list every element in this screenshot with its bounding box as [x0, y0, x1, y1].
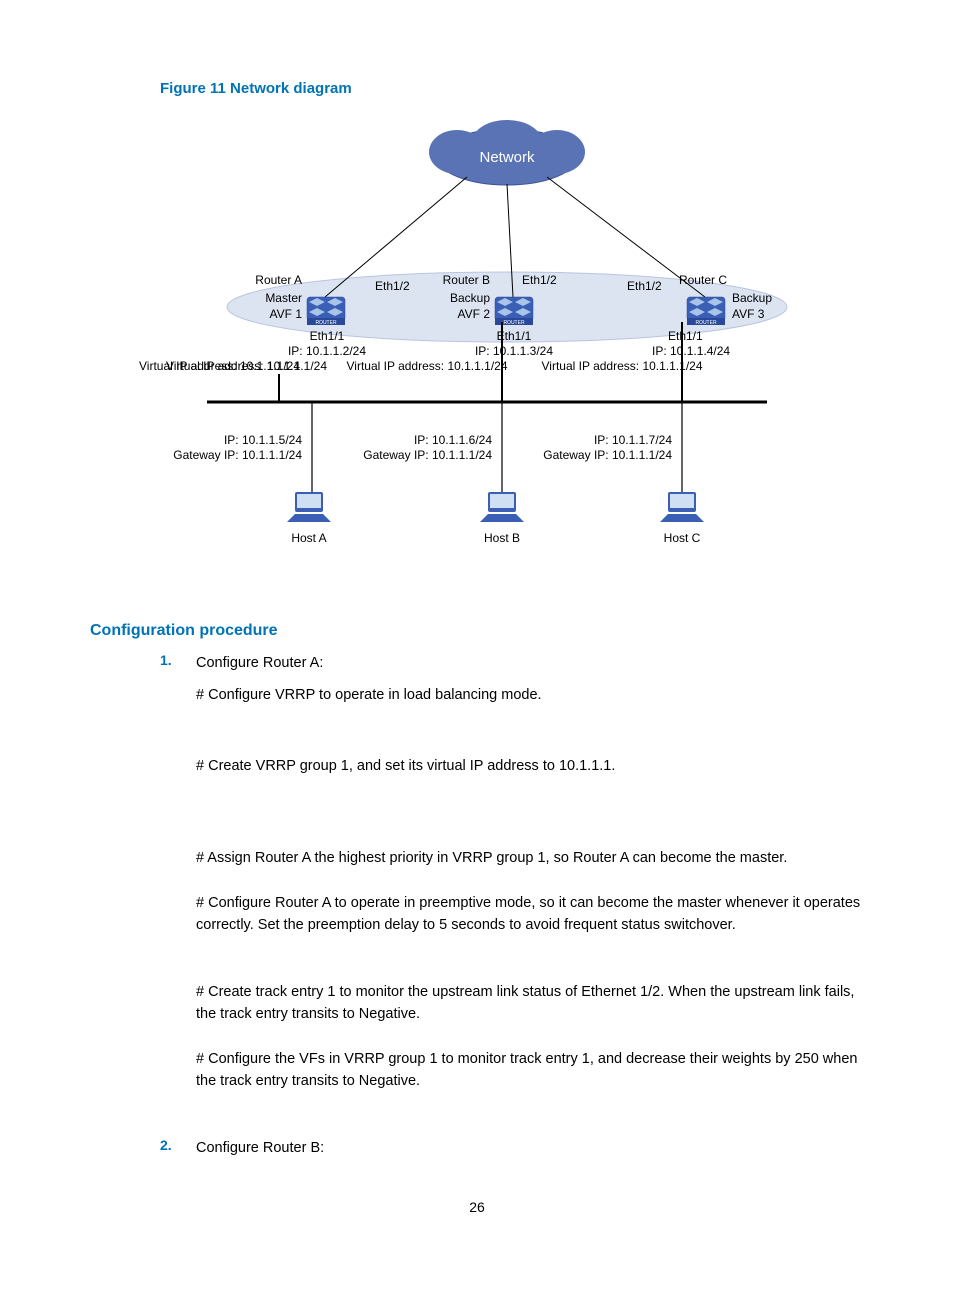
router-c-eth-up: Eth1/2 [627, 279, 662, 293]
router-c-vip: Virtual IP address: 10.1.1.1/24 [542, 359, 703, 373]
router-b-role1: Backup [450, 291, 490, 305]
step-1-e: # Create track entry 1 to monitor the up… [196, 981, 864, 1026]
router-c-role1: Backup [732, 291, 772, 305]
page-number: 26 [90, 1199, 864, 1215]
step-1-a: # Configure VRRP to operate in load bala… [196, 684, 864, 706]
step-1-c: # Assign Router A the highest priority i… [196, 847, 864, 869]
host-c-ip: IP: 10.1.1.7/24 [594, 433, 672, 447]
router-a-ip: IP: 10.1.1.2/24 [288, 344, 366, 358]
svg-text:ROUTER: ROUTER [315, 320, 337, 326]
step-2-title: Configure Router B: [196, 1137, 864, 1159]
network-diagram: Network ROUTER Router A Eth1/2 Master AV… [127, 112, 827, 592]
host-b-gw: Gateway IP: 10.1.1.1/24 [363, 448, 492, 462]
router-b-ip: IP: 10.1.1.3/24 [475, 344, 553, 358]
router-c-ip: IP: 10.1.1.4/24 [652, 344, 730, 358]
step-1-b: # Create VRRP group 1, and set its virtu… [196, 755, 864, 777]
router-a-role1: Master [265, 291, 302, 305]
cloud-icon: Network [429, 120, 585, 185]
router-b-name: Router B [443, 273, 490, 287]
step-1-title: Configure Router A: [196, 652, 864, 674]
router-a-role2: AVF 1 [270, 307, 303, 321]
router-a-vip2: Virtual IP address: 10.1.1.1/24 [139, 359, 300, 373]
step-1: 1. Configure Router A: # Configure VRRP … [160, 652, 864, 1093]
host-b-name: Host B [484, 531, 520, 545]
network-label: Network [479, 149, 535, 166]
step-1-d: # Configure Router A to operate in preem… [196, 892, 864, 937]
router-c-eth-down: Eth1/1 [668, 329, 703, 343]
host-a-gw: Gateway IP: 10.1.1.1/24 [173, 448, 302, 462]
host-a: IP: 10.1.1.5/24 Gateway IP: 10.1.1.1/24 … [173, 433, 331, 545]
step-2: 2. Configure Router B: [160, 1137, 864, 1159]
router-a-eth-up: Eth1/2 [375, 279, 410, 293]
router-b-role2: AVF 2 [458, 307, 491, 321]
router-b-eth-up: Eth1/2 [522, 273, 557, 287]
section-heading: Configuration procedure [90, 622, 864, 640]
host-b-ip: IP: 10.1.1.6/24 [414, 433, 492, 447]
step-2-number: 2. [160, 1137, 172, 1153]
svg-text:ROUTER: ROUTER [695, 320, 717, 326]
router-c-role2: AVF 3 [732, 307, 765, 321]
host-c-gw: Gateway IP: 10.1.1.1/24 [543, 448, 672, 462]
router-a-name: Router A [255, 273, 302, 287]
host-c: IP: 10.1.1.7/24 Gateway IP: 10.1.1.1/24 … [543, 433, 704, 545]
step-1-f: # Configure the VFs in VRRP group 1 to m… [196, 1048, 864, 1093]
svg-text:ROUTER: ROUTER [503, 320, 525, 326]
router-a-eth-down: Eth1/1 [310, 329, 345, 343]
host-c-name: Host C [664, 531, 701, 545]
router-c-name: Router C [679, 273, 727, 287]
host-a-ip: IP: 10.1.1.5/24 [224, 433, 302, 447]
host-a-name: Host A [291, 531, 326, 545]
figure-title: Figure 11 Network diagram [160, 80, 864, 97]
host-b: IP: 10.1.1.6/24 Gateway IP: 10.1.1.1/24 … [363, 433, 524, 545]
procedure-list: 1. Configure Router A: # Configure VRRP … [160, 652, 864, 1159]
router-b-vip: Virtual IP address: 10.1.1.1/24 [347, 359, 508, 373]
step-1-number: 1. [160, 652, 172, 668]
